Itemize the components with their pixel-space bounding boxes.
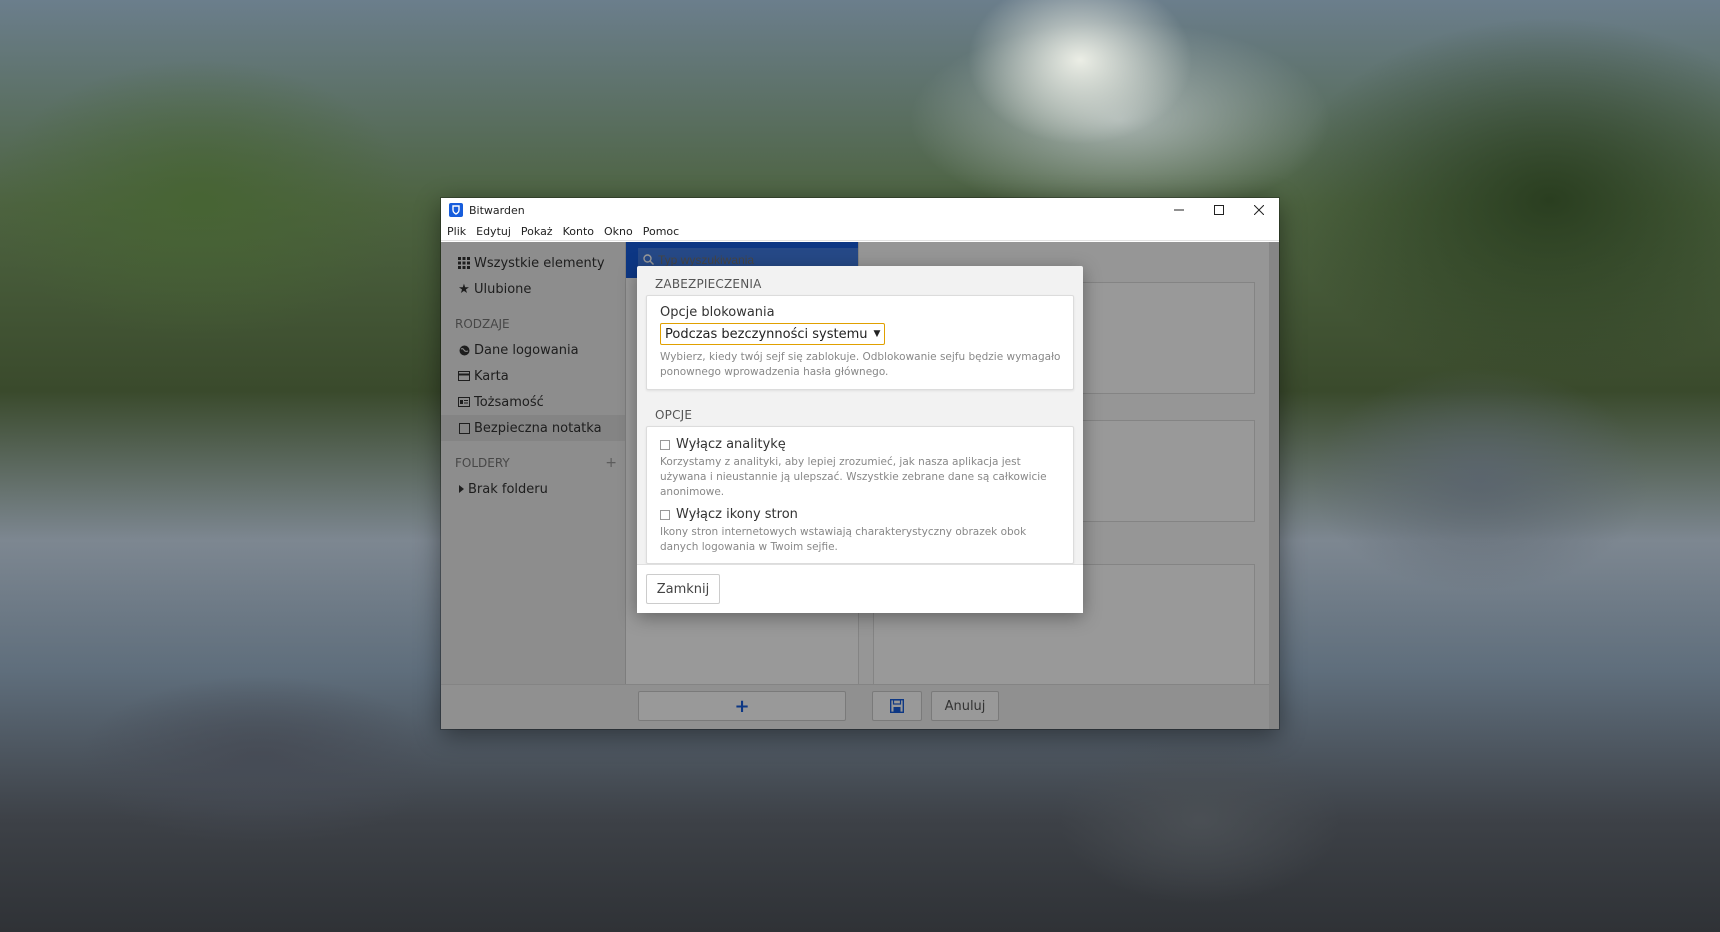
options-section-title: OPCJE [655,408,693,422]
title-bar[interactable]: Bitwarden [441,198,1279,222]
minimize-button[interactable] [1159,198,1199,222]
lock-options-label: Opcje blokowania [660,305,775,320]
minimize-icon [1174,209,1184,211]
modal-footer: Zamknij [637,564,1083,613]
lock-options-card: Opcje blokowania Podczas bezczynności sy… [646,295,1074,390]
disable-icons-help: Ikony stron internetowych wstawiają char… [660,526,1027,553]
bitwarden-logo-icon [449,203,463,217]
maximize-icon [1214,205,1224,215]
close-icon [1254,205,1264,215]
menu-help[interactable]: Pomoc [643,225,679,238]
options-card: Wyłącz analitykę Korzystamy z analityki,… [646,426,1074,564]
menu-window[interactable]: Okno [604,225,633,238]
menu-file[interactable]: Plik [447,225,466,238]
window-title: Bitwarden [469,203,525,217]
close-window-button[interactable] [1239,198,1279,222]
lock-options-help: Wybierz, kiedy twój sejf się zablokuje. … [660,351,1061,378]
menu-account[interactable]: Konto [563,225,594,238]
lock-options-value: Podczas bezczynności systemu [665,326,868,342]
lock-options-select[interactable]: Podczas bezczynności systemu ▼ [660,323,886,345]
disable-analytics-help: Korzystamy z analityki, aby lepiej zrozu… [660,456,1047,498]
disable-icons-row[interactable]: Wyłącz ikony stron [660,507,1061,522]
settings-modal: ZABEZPIECZENIA Opcje blokowania Podczas … [637,266,1083,613]
menu-view[interactable]: Pokaż [521,225,553,238]
disable-analytics-row[interactable]: Wyłącz analitykę [660,437,1061,452]
menu-bar: Plik Edytuj Pokaż Konto Okno Pomoc [441,222,1279,241]
menu-edit[interactable]: Edytuj [476,225,511,238]
disable-icons-checkbox[interactable] [660,509,670,520]
close-modal-button[interactable]: Zamknij [646,574,720,604]
disable-icons-label: Wyłącz ikony stron [676,507,798,522]
security-section-title: ZABEZPIECZENIA [655,277,762,291]
maximize-button[interactable] [1199,198,1239,222]
disable-analytics-checkbox[interactable] [660,439,670,450]
dropdown-arrow-icon: ▼ [873,329,881,339]
disable-analytics-label: Wyłącz analitykę [676,437,786,452]
